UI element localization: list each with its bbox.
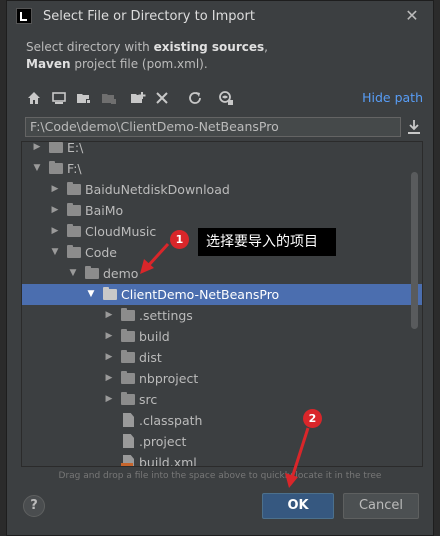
expand-arrow-right-icon[interactable]: ▶	[104, 326, 114, 347]
tree-row[interactable]: ▶ .settings	[22, 305, 422, 326]
expand-arrow-right-icon[interactable]: ▶	[104, 389, 114, 410]
tree-row[interactable]: ▶ build	[22, 326, 422, 347]
tree-item-label: ClientDemo-NetBeansPro	[121, 287, 280, 302]
tree-item-label: BaiMo	[85, 203, 124, 218]
desktop-icon[interactable]	[50, 89, 68, 107]
annotation-badge-1: 1	[170, 230, 189, 249]
hide-path-link[interactable]: Hide path	[362, 90, 423, 105]
help-button[interactable]: ?	[23, 495, 45, 517]
folder-icon	[121, 308, 135, 321]
tree-row[interactable]: build.xml	[22, 452, 422, 467]
description-bold-text: Maven	[26, 57, 71, 71]
expand-arrow-right-icon[interactable]: ▶	[104, 305, 114, 326]
expand-arrow-right-icon[interactable]: ▶	[50, 200, 60, 221]
file-icon	[123, 434, 134, 448]
description-text: ,	[264, 40, 268, 54]
folder-icon	[67, 182, 81, 195]
tree-row[interactable]: ▶ nbproject	[22, 368, 422, 389]
tree-item-label: F:\	[67, 161, 82, 176]
title-bar: Select File or Directory to Import ✕	[7, 1, 433, 33]
tree-row[interactable]: ▶ E:\	[22, 141, 422, 158]
expand-arrow-down-icon[interactable]: ▼	[68, 263, 78, 284]
tree-row[interactable]: ▼ F:\	[22, 158, 422, 179]
folder-icon	[121, 371, 135, 384]
cancel-button[interactable]: Cancel	[343, 493, 419, 519]
tree-row[interactable]: ▶ BaiduNetdiskDownload	[22, 179, 422, 200]
delete-icon[interactable]	[153, 89, 171, 107]
tree-row[interactable]: ▶ dist	[22, 347, 422, 368]
close-icon[interactable]: ✕	[403, 7, 421, 25]
folder-icon	[103, 287, 117, 300]
annotation-badge-2: 2	[303, 409, 322, 428]
file-tree[interactable]: ▶ E:\ ▼ F:\ ▶ BaiduNetdiskDownload ▶ BaiMo ▶ Clou…	[21, 141, 423, 467]
folder-icon	[49, 142, 63, 153]
tree-item-label: Code	[85, 245, 118, 260]
folder-icon	[85, 266, 99, 279]
file-icon	[123, 413, 134, 427]
expand-arrow-right-icon[interactable]: ▶	[32, 142, 42, 158]
expand-arrow-down-icon[interactable]: ▼	[86, 284, 96, 305]
tree-row[interactable]: .classpath	[22, 410, 422, 431]
description-text: Select directory with	[26, 40, 154, 54]
tree-item-label: build.xml	[139, 455, 197, 467]
tree-item-label: .settings	[139, 308, 193, 323]
tree-row[interactable]: .project	[22, 431, 422, 452]
refresh-icon[interactable]	[186, 89, 204, 107]
folder-icon	[121, 350, 135, 363]
module-folder-icon[interactable]	[100, 89, 118, 107]
tree-row[interactable]: ▶ src	[22, 389, 422, 410]
expand-arrow-right-icon[interactable]: ▶	[50, 221, 60, 242]
tree-row[interactable]: ▼ demo	[22, 263, 422, 284]
folder-icon	[49, 161, 63, 174]
tree-item-label: E:\	[67, 141, 84, 155]
tree-scrollbar[interactable]	[411, 172, 418, 329]
description-text: project file (pom.xml).	[70, 57, 208, 71]
drop-hint: Drag and drop a file into the space abov…	[58, 471, 382, 481]
expand-arrow-right-icon[interactable]: ▶	[50, 179, 60, 200]
folder-icon	[67, 245, 81, 258]
project-folder-icon[interactable]	[75, 89, 93, 107]
home-icon[interactable]	[25, 89, 43, 107]
expand-arrow-right-icon[interactable]: ▶	[104, 368, 114, 389]
new-folder-icon[interactable]	[129, 89, 147, 107]
tree-item-label: CloudMusic	[85, 224, 157, 239]
tree-row[interactable]: ▼ ClientDemo-NetBeansPro	[22, 284, 422, 305]
download-icon[interactable]	[407, 119, 421, 135]
folder-icon	[121, 329, 135, 342]
tree-item-label: .project	[139, 434, 187, 449]
annotation-callout: 选择要导入的项目	[198, 228, 336, 256]
xml-badge-icon	[121, 463, 133, 466]
folder-icon	[67, 203, 81, 216]
tree-item-label: src	[139, 392, 158, 407]
editor-background-right	[434, 0, 440, 536]
tree-item-label: BaiduNetdiskDownload	[85, 182, 230, 197]
show-hidden-icon[interactable]	[217, 89, 235, 107]
folder-icon	[67, 224, 81, 237]
tree-row[interactable]: ▶ BaiMo	[22, 200, 422, 221]
tree-item-label: dist	[139, 350, 162, 365]
import-dialog: Select File or Directory to Import ✕ Sel…	[6, 0, 434, 536]
tree-item-label: nbproject	[139, 371, 199, 386]
expand-arrow-down-icon[interactable]: ▼	[32, 158, 42, 179]
expand-arrow-right-icon[interactable]: ▶	[104, 347, 114, 368]
expand-arrow-down-icon[interactable]: ▼	[50, 242, 60, 263]
ok-button[interactable]: OK	[262, 493, 334, 519]
path-input[interactable]: F:\Code\demo\ClientDemo-NetBeansPro	[25, 117, 401, 137]
folder-icon	[121, 392, 135, 405]
tree-item-label: .classpath	[139, 413, 203, 428]
dialog-description: Select directory with existing sources, …	[26, 39, 268, 73]
intellij-logo-icon	[16, 8, 32, 24]
tree-item-label: build	[139, 329, 170, 344]
dialog-title: Select File or Directory to Import	[43, 9, 255, 24]
tree-item-label: demo	[103, 266, 139, 281]
description-bold-text: existing sources	[153, 40, 265, 54]
file-chooser-toolbar: Hide path	[25, 87, 423, 109]
